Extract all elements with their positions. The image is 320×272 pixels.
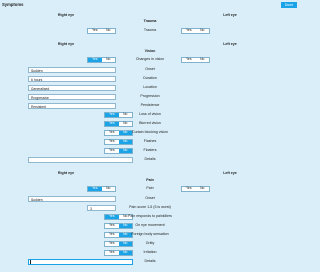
duration-input[interactable]: 6 hours	[28, 76, 116, 82]
pain-right-eye-header: Right eye	[57, 171, 75, 175]
gritty-yes[interactable]: Yes	[105, 242, 119, 246]
curtain-toggle[interactable]: Yes No	[104, 130, 133, 136]
floaters-toggle[interactable]: Yes No	[104, 148, 133, 154]
chevron-down-icon: ⌄	[31, 96, 34, 100]
onset-label: Onset	[145, 67, 155, 71]
pain-label: Pain	[146, 186, 154, 190]
changes-right-no[interactable]: No	[102, 58, 116, 62]
irritation-no[interactable]: No	[118, 251, 132, 255]
right-eye-header: Right eye	[57, 13, 75, 17]
duration-value: 6 hours	[31, 78, 43, 83]
trauma-section-title: Trauma	[143, 19, 157, 23]
done-button[interactable]: Done	[281, 2, 297, 8]
curtain-no[interactable]: No	[118, 131, 132, 135]
loss-of-vision-label: Loss of vision	[139, 112, 161, 116]
changes-in-vision-label: Changes in vision	[135, 57, 165, 61]
changes-left-no[interactable]: No	[196, 58, 210, 62]
eye-movement-no[interactable]: No	[118, 224, 132, 228]
loss-no[interactable]: No	[119, 113, 133, 117]
location-select[interactable]: Generalised ⌄	[28, 85, 116, 91]
pain-details-input[interactable]	[28, 259, 133, 265]
flashes-no[interactable]: No	[118, 140, 132, 144]
curtain-yes[interactable]: Yes	[105, 131, 119, 135]
blurred-vision-label: Blurred vision	[139, 121, 161, 125]
changes-right-toggle[interactable]: Yes No	[87, 57, 116, 63]
trauma-right-no[interactable]: No	[102, 29, 116, 33]
duration-label: Duration	[143, 76, 157, 80]
changes-left-yes[interactable]: Yes	[182, 58, 196, 62]
changes-left-toggle[interactable]: Yes No	[181, 57, 210, 63]
foreign-body-no[interactable]: No	[118, 233, 132, 237]
gritty-toggle[interactable]: Yes No	[104, 241, 133, 247]
trauma-left-yes[interactable]: Yes	[182, 29, 196, 33]
chevron-down-icon: ⌄	[31, 69, 34, 73]
onset-select[interactable]: Sudden ⌄	[28, 67, 116, 73]
pain-score-value: 3	[90, 207, 92, 212]
pain-left-no[interactable]: No	[196, 187, 210, 191]
trauma-label: Trauma	[143, 28, 157, 32]
vision-section-title: Vision	[144, 49, 156, 53]
foreign-body-yes[interactable]: Yes	[105, 233, 119, 237]
curtain-blocking-label: Curtain blocking vision	[132, 130, 168, 134]
blurred-toggle[interactable]: Yes No	[104, 121, 133, 127]
eye-movement-toggle[interactable]: Yes No	[104, 223, 133, 229]
text-cursor	[30, 260, 31, 264]
flashes-yes[interactable]: Yes	[105, 140, 119, 144]
vision-details-input[interactable]	[28, 157, 133, 163]
pain-onset-select[interactable]: Sudden ⌄	[28, 196, 116, 202]
floaters-yes[interactable]: Yes	[105, 149, 119, 153]
pain-section-title: Pain	[146, 178, 154, 182]
chevron-down-icon: ⌄	[31, 87, 34, 91]
flashes-label: Flashes	[143, 139, 157, 143]
chevron-down-icon: ⌄	[31, 105, 34, 109]
irritation-toggle[interactable]: Yes No	[104, 250, 133, 256]
gritty-no[interactable]: No	[118, 242, 132, 246]
chevron-down-icon: ⌄	[31, 198, 34, 202]
floaters-label: Floaters	[143, 148, 157, 152]
pain-right-yes[interactable]: Yes	[88, 187, 102, 191]
pain-right-no[interactable]: No	[102, 187, 116, 191]
vision-right-eye-header: Right eye	[57, 42, 75, 46]
painkillers-label: Pain responds to painkillers	[128, 214, 172, 218]
irritation-label: Irritation	[143, 250, 157, 254]
blurred-yes[interactable]: Yes	[105, 122, 119, 126]
loss-toggle[interactable]: Yes No	[104, 112, 133, 118]
persistence-label: Persistence	[140, 103, 160, 107]
page-title: Symptoms	[2, 2, 24, 7]
foreign-body-label: Foreign body sensation	[131, 232, 169, 236]
irritation-yes[interactable]: Yes	[105, 251, 119, 255]
pain-left-yes[interactable]: Yes	[182, 187, 196, 191]
blurred-no[interactable]: No	[119, 122, 133, 126]
eye-movement-label: On eye movement	[135, 223, 165, 227]
flashes-toggle[interactable]: Yes No	[104, 139, 133, 145]
pain-details-label: Details	[144, 259, 156, 263]
foreign-body-toggle[interactable]: Yes No	[104, 232, 133, 238]
persistence-select[interactable]: Persistent ⌄	[28, 103, 116, 109]
trauma-left-no[interactable]: No	[196, 29, 210, 33]
painkillers-yes[interactable]: Yes	[105, 215, 119, 219]
location-label: Location	[143, 85, 157, 89]
eye-movement-yes[interactable]: Yes	[105, 224, 119, 228]
pain-right-toggle[interactable]: Yes No	[87, 186, 116, 192]
pain-left-eye-header: Left eye	[223, 171, 237, 175]
vision-left-eye-header: Left eye	[223, 42, 237, 46]
left-eye-header: Left eye	[223, 13, 237, 17]
pain-onset-label: Onset	[145, 196, 155, 200]
pain-score-input[interactable]: 3	[87, 205, 116, 211]
progression-select[interactable]: Progressive ⌄	[28, 94, 116, 100]
pain-score-label: Pain score 1-5 (5 is worst)	[129, 205, 171, 209]
vision-details-label: Details	[144, 157, 156, 161]
loss-yes[interactable]: Yes	[105, 113, 119, 117]
trauma-right-toggle[interactable]: Yes No	[87, 28, 116, 34]
trauma-left-toggle[interactable]: Yes No	[181, 28, 210, 34]
changes-right-yes[interactable]: Yes	[88, 58, 102, 62]
gritty-label: Gritty	[145, 241, 155, 245]
pain-left-toggle[interactable]: Yes No	[181, 186, 210, 192]
progression-label: Progression	[140, 94, 160, 98]
floaters-no[interactable]: No	[118, 149, 132, 153]
trauma-right-yes[interactable]: Yes	[88, 29, 102, 33]
